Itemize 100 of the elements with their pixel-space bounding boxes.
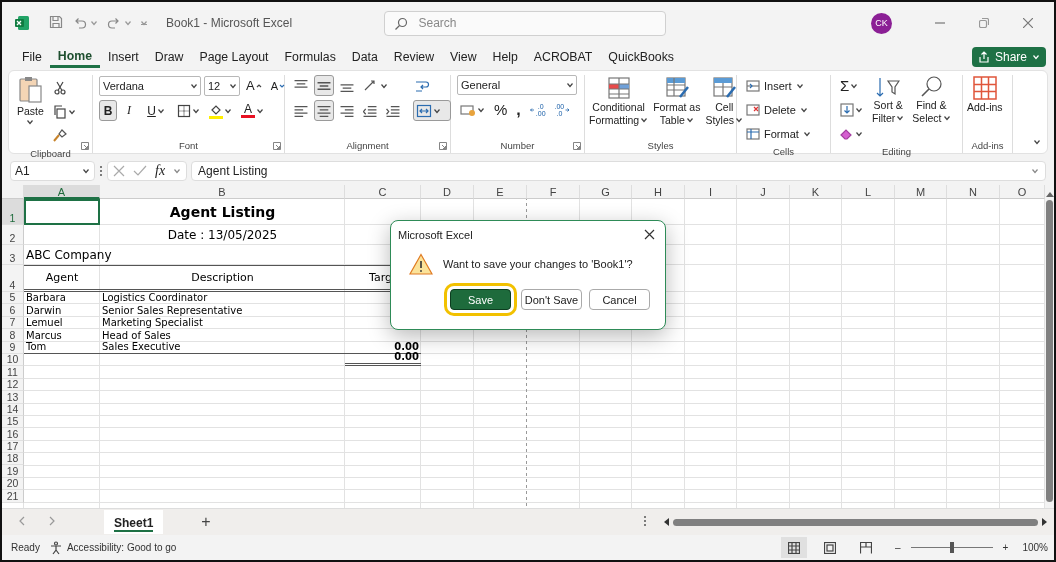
- column-header[interactable]: I: [685, 185, 737, 199]
- format-as-table-button[interactable]: Format as Table: [651, 75, 703, 138]
- column-header[interactable]: J: [737, 185, 790, 199]
- group-label: Add-ins: [971, 139, 1004, 153]
- autosum-button[interactable]: Σ: [837, 75, 866, 96]
- user-avatar[interactable]: CK: [871, 12, 892, 34]
- delete-cells-button[interactable]: Delete: [743, 99, 814, 120]
- close-button[interactable]: [644, 228, 655, 242]
- italic-button[interactable]: I: [120, 100, 138, 121]
- format-cells-button[interactable]: Format: [743, 123, 814, 144]
- column-header[interactable]: K: [790, 185, 842, 199]
- add-ins-button[interactable]: Add-ins: [965, 75, 1005, 138]
- grow-font-button[interactable]: A: [243, 75, 265, 96]
- conditional-formatting-button[interactable]: Conditional Formatting: [587, 75, 651, 138]
- column-header[interactable]: N: [947, 185, 1000, 199]
- menu-tab[interactable]: Data: [343, 45, 386, 68]
- column-header[interactable]: O: [1000, 185, 1045, 199]
- underline-button[interactable]: U: [141, 100, 171, 121]
- dialog-button[interactable]: Cancel: [589, 289, 650, 310]
- caret-icon: [67, 107, 76, 116]
- name-box[interactable]: A1: [10, 161, 95, 181]
- paste-button[interactable]: Paste: [15, 75, 46, 146]
- dialog-launcher-icon: [273, 142, 281, 150]
- scrollbar-thumb[interactable]: [673, 518, 1038, 526]
- new-sheet-button[interactable]: +: [201, 513, 211, 531]
- caret-icon: [855, 105, 863, 114]
- menu-tab[interactable]: QuickBooks: [600, 45, 682, 68]
- accessibility-status[interactable]: Accessibility: Good to go: [66, 542, 177, 553]
- column-header[interactable]: A: [24, 185, 100, 199]
- insert-function-button[interactable]: fx: [155, 163, 166, 179]
- dialog-button[interactable]: Don't Save: [521, 289, 582, 310]
- percent-button[interactable]: %: [491, 99, 511, 120]
- row-header[interactable]: 13: [2, 391, 24, 404]
- column-header[interactable]: E: [474, 185, 527, 199]
- search-icon: [393, 16, 408, 31]
- menu-tab[interactable]: Page Layout: [191, 45, 277, 68]
- row-header[interactable]: 3: [2, 245, 24, 265]
- font-name-field[interactable]: Verdana: [99, 75, 201, 96]
- menu-tab[interactable]: Insert: [100, 45, 147, 68]
- font-size-field[interactable]: 12: [204, 75, 240, 96]
- row-header[interactable]: 18: [2, 453, 24, 466]
- column-header[interactable]: C: [345, 185, 421, 199]
- share-button[interactable]: Share: [971, 46, 1046, 67]
- zoom-in-button[interactable]: +: [1002, 542, 1009, 553]
- row-header[interactable]: 16: [2, 428, 24, 441]
- font-color-button[interactable]: A: [238, 100, 267, 121]
- menu-tab[interactable]: Help: [484, 45, 526, 68]
- align-middle-button[interactable]: [314, 75, 334, 96]
- sheet-tab[interactable]: Sheet1: [104, 510, 164, 534]
- column-header[interactable]: M: [895, 185, 947, 199]
- table-cell-text: Marketing Specialist: [101, 316, 204, 330]
- eraser-icon: [840, 127, 854, 140]
- row-header[interactable]: 4: [2, 265, 24, 292]
- row-header[interactable]: 1: [2, 199, 24, 225]
- search-field[interactable]: Search: [383, 10, 666, 36]
- menu-tab[interactable]: Draw: [146, 45, 192, 68]
- group-label: Font: [179, 139, 198, 153]
- slider-thumb[interactable]: [949, 542, 954, 553]
- number-format-field[interactable]: General: [457, 75, 577, 95]
- menu-tab[interactable]: File: [14, 45, 50, 68]
- column-header[interactable]: L: [842, 185, 895, 199]
- row-header[interactable]: 5: [2, 292, 24, 305]
- align-center-icon: [317, 104, 331, 117]
- redo-button[interactable]: [106, 15, 132, 31]
- align-center-button[interactable]: [314, 100, 334, 121]
- cell-styles-button[interactable]: Cell Styles: [703, 75, 746, 138]
- scrollbar-thumb[interactable]: [1046, 200, 1053, 502]
- row-header[interactable]: 2: [2, 225, 24, 245]
- menu-tab[interactable]: Review: [385, 45, 443, 68]
- column-header[interactable]: G: [580, 185, 632, 199]
- row-header[interactable]: 11: [2, 366, 24, 379]
- active-cell[interactable]: [24, 199, 100, 225]
- menu-tab[interactable]: ACROBAT: [525, 45, 601, 68]
- row-header[interactable]: 19: [2, 465, 24, 478]
- insert-cells-button[interactable]: Insert: [743, 75, 814, 96]
- row-header[interactable]: 8: [2, 329, 24, 342]
- sort-filter-button[interactable]: Sort & Filter: [870, 75, 907, 144]
- row-header[interactable]: 6: [2, 304, 24, 317]
- caret-icon: [173, 167, 182, 175]
- menu-tab[interactable]: View: [442, 45, 485, 68]
- menu-tab[interactable]: Home: [49, 45, 100, 68]
- dialog-launcher-icon: [439, 142, 447, 150]
- column-header[interactable]: B: [100, 185, 345, 199]
- comma-style-button[interactable]: ,: [513, 99, 524, 120]
- menu-tab[interactable]: Formulas: [276, 45, 344, 68]
- scroll-right-icon: [1042, 518, 1048, 526]
- column-header[interactable]: D: [421, 185, 474, 199]
- normal-view-button[interactable]: [781, 537, 807, 558]
- zoom-out-button[interactable]: –: [895, 542, 901, 553]
- status-text: Ready: [11, 542, 40, 553]
- shrink-font-button[interactable]: A: [267, 75, 288, 96]
- column-header[interactable]: F: [527, 185, 580, 199]
- caret-icon: [850, 81, 859, 90]
- row-header[interactable]: 21: [2, 490, 24, 503]
- column-header[interactable]: H: [632, 185, 685, 199]
- formula-field[interactable]: Agent Listing: [191, 161, 1046, 181]
- bold-button[interactable]: B: [99, 100, 117, 121]
- save-icon: [48, 13, 64, 30]
- merge-center-button[interactable]: [413, 100, 451, 121]
- find-select-button[interactable]: Find & Select: [910, 75, 953, 144]
